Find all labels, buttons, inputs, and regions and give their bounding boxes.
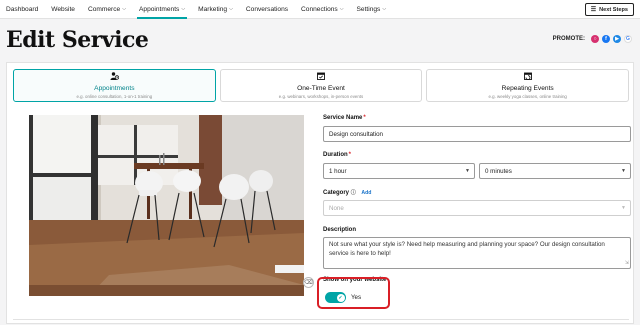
google-icon[interactable]: G — [624, 35, 632, 43]
chevron-down-icon: ▼ — [621, 205, 626, 211]
tab-repeating-events-label: Repeating Events — [501, 85, 554, 92]
nav-website[interactable]: Website — [51, 0, 75, 19]
nav-conversations[interactable]: Conversations — [246, 0, 288, 19]
trash-icon[interactable]: ⌫ — [303, 277, 314, 288]
tab-appointments-sub: e.g. online consultation, 1-on-1 trainin… — [76, 94, 153, 99]
nav-marketing-label: Marketing — [198, 5, 228, 13]
chevron-down-icon: ⌵ — [229, 6, 233, 12]
chevron-down-icon: ▼ — [465, 168, 470, 174]
people-icon — [110, 72, 120, 82]
top-nav: Dashboard Website Commerce ⌵ Appointments… — [0, 0, 640, 19]
chevron-down-icon: ⌵ — [181, 6, 186, 12]
tab-appointments[interactable]: Appointments e.g. online consultation, 1… — [13, 69, 216, 102]
tab-repeating-events-sub: e.g. weekly yoga classes, online trainin… — [488, 94, 567, 99]
duration-minutes-select[interactable]: 0 minutes ▼ — [479, 163, 631, 179]
nav-dashboard[interactable]: Dashboard — [6, 0, 38, 19]
chevron-down-icon: ⌵ — [122, 6, 127, 12]
promote-label: PROMOTE: — [552, 36, 585, 42]
nav-commerce[interactable]: Commerce ⌵ — [88, 0, 126, 19]
nav-marketing[interactable]: Marketing ⌵ — [198, 0, 233, 19]
page-title: Edit Service — [6, 27, 149, 53]
nav-dashboard-label: Dashboard — [6, 5, 39, 13]
chevron-down-icon: ⌵ — [382, 6, 387, 12]
checklist-icon: ☰ — [590, 7, 597, 13]
divider — [13, 319, 629, 320]
service-type-tabs: Appointments e.g. online consultation, 1… — [13, 69, 630, 102]
repeat-calendar-icon — [523, 72, 532, 82]
resize-handle-icon[interactable]: ⇲ — [625, 259, 629, 268]
next-steps-button[interactable]: ☰ Next Steps — [584, 3, 634, 16]
highlight-box — [317, 277, 390, 309]
nav-appointments[interactable]: Appointments ⌵ — [137, 0, 188, 19]
nav-settings[interactable]: Settings ⌵ — [357, 0, 387, 19]
nav-settings-label: Settings — [356, 5, 381, 13]
next-steps-label: Next Steps — [599, 6, 628, 13]
instagram-icon[interactable]: ○ — [591, 35, 599, 43]
service-photo — [29, 115, 304, 296]
nav-commerce-label: Commerce — [87, 5, 121, 13]
duration-minutes-value: 0 minutes — [485, 167, 512, 175]
youtube-icon[interactable]: ▶ — [613, 35, 621, 43]
nav-connections-label: Connections — [301, 5, 338, 13]
chevron-down-icon: ▼ — [621, 168, 626, 174]
service-card: Appointments e.g. online consultation, 1… — [6, 62, 634, 324]
nav-website-label: Website — [51, 5, 75, 13]
nav-conversations-label: Conversations — [245, 5, 289, 13]
facebook-icon[interactable]: f — [602, 35, 610, 43]
tab-repeating-events[interactable]: Repeating Events e.g. weekly yoga classe… — [426, 69, 630, 102]
tab-appointments-label: Appointments — [94, 85, 135, 92]
chevron-down-icon: ⌵ — [339, 6, 344, 12]
nav-appointments-label: Appointments — [139, 5, 180, 13]
nav-connections[interactable]: Connections ⌵ — [301, 0, 343, 19]
promote-bar: PROMOTE: ○ f ▶ G — [553, 35, 632, 43]
